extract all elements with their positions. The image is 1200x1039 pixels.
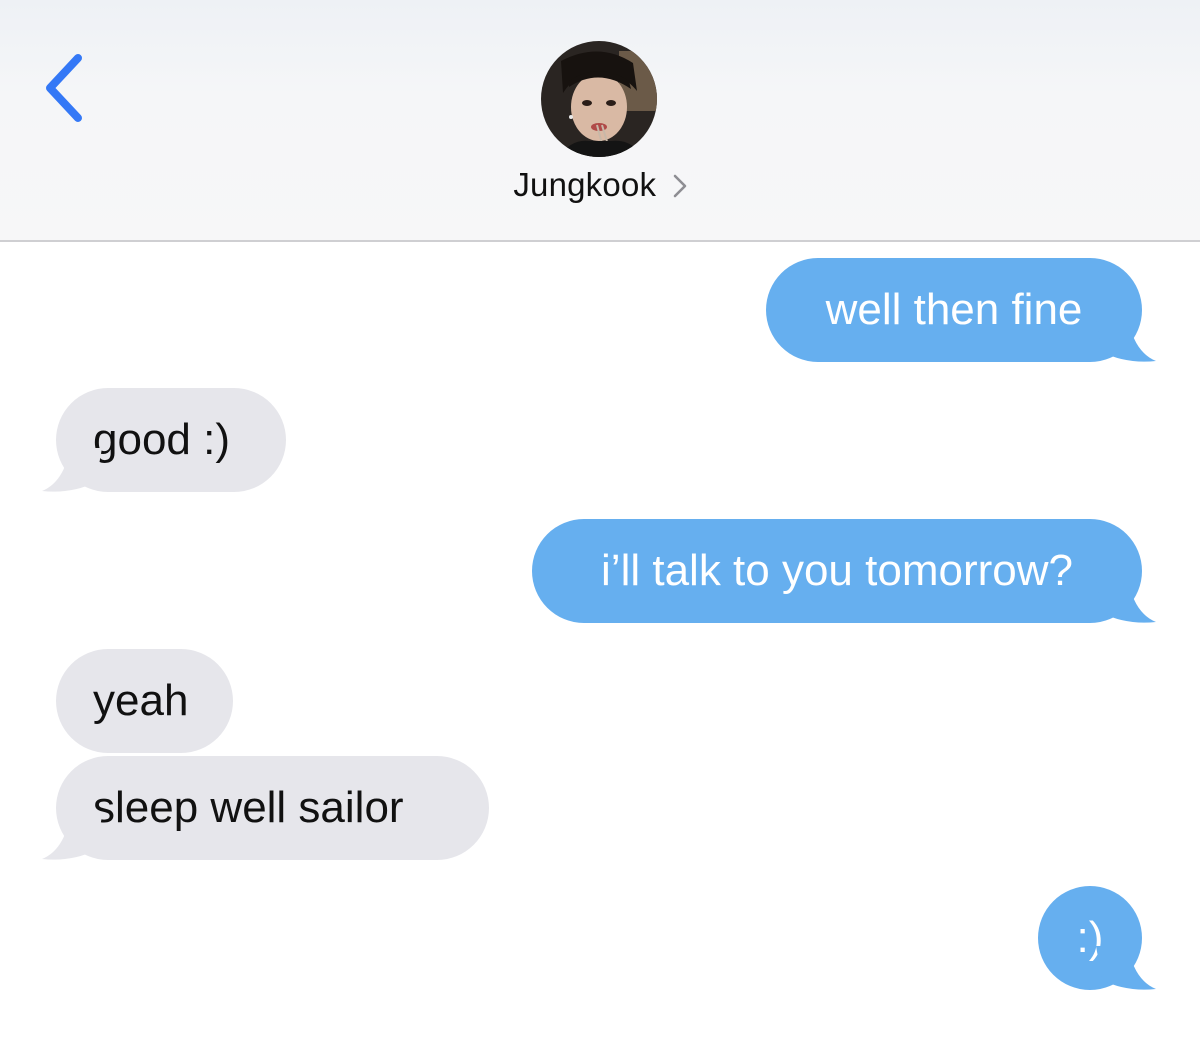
- message-text: well then fine: [825, 285, 1083, 334]
- message-text: yeah: [93, 676, 189, 725]
- bubble-tail: [1096, 318, 1156, 362]
- sent-message-bubble[interactable]: well then fine: [766, 258, 1142, 362]
- chevron-left-icon: [46, 54, 82, 122]
- message-text: i’ll talk to you tomorrow?: [601, 546, 1073, 595]
- message-text: good :): [93, 415, 230, 464]
- chevron-right-icon: [673, 174, 686, 198]
- conversation-header: Jungkook: [0, 0, 1200, 242]
- back-button[interactable]: [38, 50, 98, 126]
- contact-avatar[interactable]: [541, 41, 657, 157]
- contact-name-button[interactable]: Jungkook: [0, 166, 1200, 204]
- bubble-tail: [42, 448, 102, 492]
- received-message-bubble[interactable]: yeah: [56, 649, 233, 753]
- message-text: sleep well sailor: [93, 783, 404, 832]
- contact-name: Jungkook: [513, 166, 657, 203]
- bubble-tail: [1096, 579, 1156, 623]
- bubble-tail: [1096, 946, 1156, 990]
- received-message-bubble[interactable]: sleep well sailor: [56, 756, 489, 860]
- sent-message-bubble[interactable]: i’ll talk to you tomorrow?: [532, 519, 1142, 623]
- bubble-tail: [42, 816, 102, 860]
